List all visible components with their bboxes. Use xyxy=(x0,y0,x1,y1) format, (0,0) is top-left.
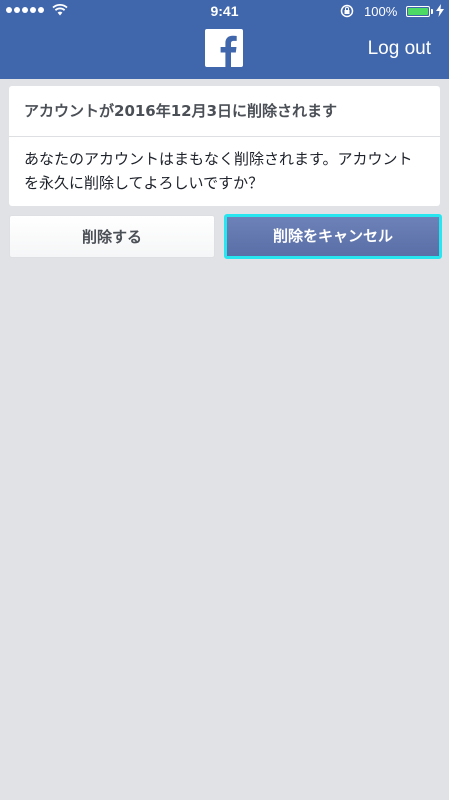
navigation-header: 9:41 100% Log out xyxy=(0,0,449,79)
deletion-notice-card: アカウントが2016年12月3日に削除されます あなたのアカウントはまもなく削除… xyxy=(9,86,440,206)
rotation-lock-icon xyxy=(340,4,354,18)
logout-button[interactable]: Log out xyxy=(368,38,431,60)
deletion-date-title: アカウントが2016年12月3日に削除されます xyxy=(9,86,440,137)
status-bar: 9:41 100% xyxy=(0,0,449,22)
cancel-deletion-button[interactable]: 削除をキャンセル xyxy=(224,214,442,259)
charging-bolt-icon xyxy=(436,4,444,17)
deletion-confirmation-message: あなたのアカウントはまもなく削除されます。アカウントを永久に削除してよろしいです… xyxy=(24,150,413,192)
battery-percent: 100% xyxy=(364,4,398,19)
battery-icon xyxy=(406,6,433,17)
facebook-logo-icon xyxy=(205,29,243,67)
delete-account-button[interactable]: 削除する xyxy=(9,215,215,258)
